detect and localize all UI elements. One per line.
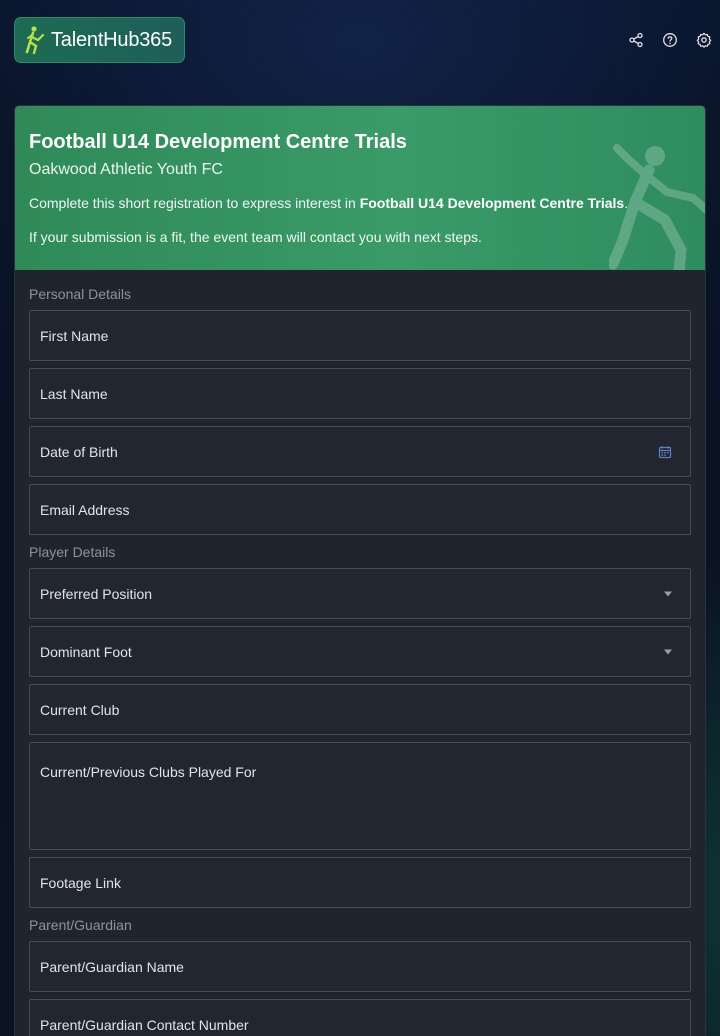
calendar-icon: [658, 445, 672, 458]
event-banner: Football U14 Development Centre Trials O…: [15, 106, 705, 270]
footage-link-label: Footage Link: [40, 874, 121, 891]
help-icon[interactable]: [662, 32, 678, 48]
chevron-down-icon: [664, 591, 672, 596]
first-name-field[interactable]: First Name: [29, 310, 691, 361]
date-picker-button[interactable]: [658, 445, 672, 459]
guardian-contact-field[interactable]: Parent/Guardian Contact Number: [29, 999, 691, 1036]
registration-form: Personal Details First Name Last Name Da…: [15, 284, 705, 1036]
share-icon[interactable]: [628, 32, 644, 48]
header-actions: [628, 32, 712, 48]
registration-card: Football U14 Development Centre Trials O…: [14, 105, 706, 1036]
section-personal-details: Personal Details: [29, 286, 131, 302]
dominant-foot-select[interactable]: Dominant Foot: [29, 626, 691, 677]
player-silhouette-icon: [609, 144, 705, 270]
event-note: If your submission is a fit, the event t…: [29, 229, 482, 245]
guardian-name-field[interactable]: Parent/Guardian Name: [29, 941, 691, 992]
guardian-contact-label: Parent/Guardian Contact Number: [40, 1016, 249, 1033]
preferred-position-select[interactable]: Preferred Position: [29, 568, 691, 619]
previous-clubs-label: Current/Previous Clubs Played For: [40, 764, 257, 780]
brand-logo[interactable]: TalentHub365: [14, 17, 185, 63]
event-organizer: Oakwood Athletic Youth FC: [29, 161, 223, 178]
date-of-birth-field[interactable]: Date of Birth: [29, 426, 691, 477]
runner-logo-icon: [25, 26, 45, 55]
event-intro: Complete this short registration to expr…: [29, 194, 691, 212]
guardian-name-label: Parent/Guardian Name: [40, 958, 184, 975]
settings-icon[interactable]: [696, 32, 712, 48]
email-field[interactable]: Email Address: [29, 484, 691, 535]
section-player-details: Player Details: [29, 544, 116, 560]
previous-clubs-textarea[interactable]: Current/Previous Clubs Played For: [29, 742, 691, 850]
brand-name: TalentHub365: [51, 28, 173, 51]
current-club-field[interactable]: Current Club: [29, 684, 691, 735]
current-club-label: Current Club: [40, 701, 120, 718]
chevron-down-icon: [664, 649, 672, 654]
event-intro-prefix: Complete this short registration to expr…: [29, 195, 360, 211]
last-name-field[interactable]: Last Name: [29, 368, 691, 419]
footage-link-field[interactable]: Footage Link: [29, 857, 691, 908]
event-title: Football U14 Development Centre Trials: [29, 131, 407, 153]
dominant-foot-label: Dominant Foot: [40, 643, 132, 660]
section-parent-guardian: Parent/Guardian: [29, 917, 132, 933]
last-name-label: Last Name: [40, 385, 108, 402]
first-name-label: First Name: [40, 327, 109, 344]
date-of-birth-label: Date of Birth: [40, 443, 118, 460]
preferred-position-label: Preferred Position: [40, 585, 153, 602]
event-intro-name: Football U14 Development Centre Trials: [359, 195, 625, 211]
email-label: Email Address: [40, 501, 130, 518]
